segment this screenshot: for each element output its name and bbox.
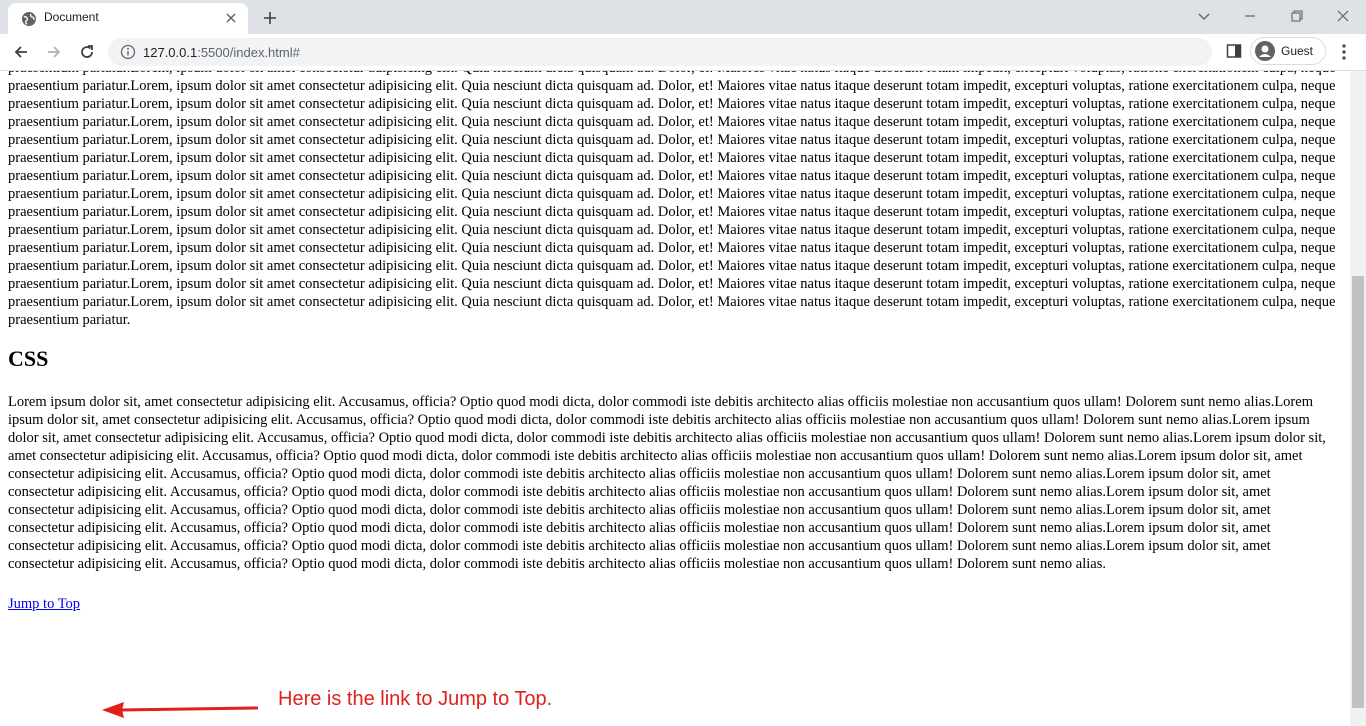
side-panel-icon[interactable] bbox=[1226, 43, 1242, 59]
avatar-icon bbox=[1255, 41, 1275, 61]
page-body: praesentium pariatur.Lorem, ipsum dolor … bbox=[8, 71, 1338, 613]
close-tab-icon[interactable] bbox=[222, 9, 240, 27]
jump-to-top-link[interactable]: Jump to Top bbox=[8, 596, 80, 613]
restore-icon[interactable] bbox=[1287, 6, 1307, 26]
profile-button[interactable]: Guest bbox=[1250, 37, 1326, 65]
address-bar[interactable]: 127.0.0.1:5500/index.html# bbox=[108, 38, 1212, 66]
close-window-icon[interactable] bbox=[1333, 6, 1353, 26]
paragraph-1: praesentium pariatur.Lorem, ipsum dolor … bbox=[8, 71, 1336, 328]
page-viewport: praesentium pariatur.Lorem, ipsum dolor … bbox=[0, 71, 1350, 726]
minimize-icon[interactable] bbox=[1240, 6, 1260, 26]
annotation-text: Here is the link to Jump to Top. bbox=[278, 688, 553, 710]
section-heading-css: CSS bbox=[8, 346, 49, 371]
paragraph-2: Lorem ipsum dolor sit, amet consectetur … bbox=[8, 394, 1326, 572]
browser-tab[interactable]: Document bbox=[8, 3, 248, 34]
url-text: 127.0.0.1:5500/index.html# bbox=[143, 45, 300, 60]
browser-toolbar: 127.0.0.1:5500/index.html# Guest bbox=[0, 34, 1366, 71]
globe-icon bbox=[22, 12, 36, 26]
reload-icon[interactable] bbox=[77, 42, 97, 62]
profile-label: Guest bbox=[1281, 44, 1314, 58]
kebab-menu-icon[interactable] bbox=[1338, 42, 1350, 62]
back-arrow-icon[interactable] bbox=[11, 42, 31, 62]
tab-title: Document bbox=[44, 10, 99, 24]
annotation-arrow-icon bbox=[102, 702, 259, 718]
tab-search-chevron-icon[interactable] bbox=[1194, 6, 1214, 26]
forward-arrow-icon[interactable] bbox=[44, 42, 64, 62]
url-path: :5500/index.html# bbox=[197, 45, 300, 60]
info-icon[interactable] bbox=[120, 44, 136, 60]
new-tab-icon[interactable] bbox=[260, 8, 280, 28]
browser-titlebar: Document bbox=[0, 0, 1366, 34]
scrollbar-thumb[interactable] bbox=[1352, 276, 1364, 708]
url-host: 127.0.0.1 bbox=[143, 45, 198, 60]
